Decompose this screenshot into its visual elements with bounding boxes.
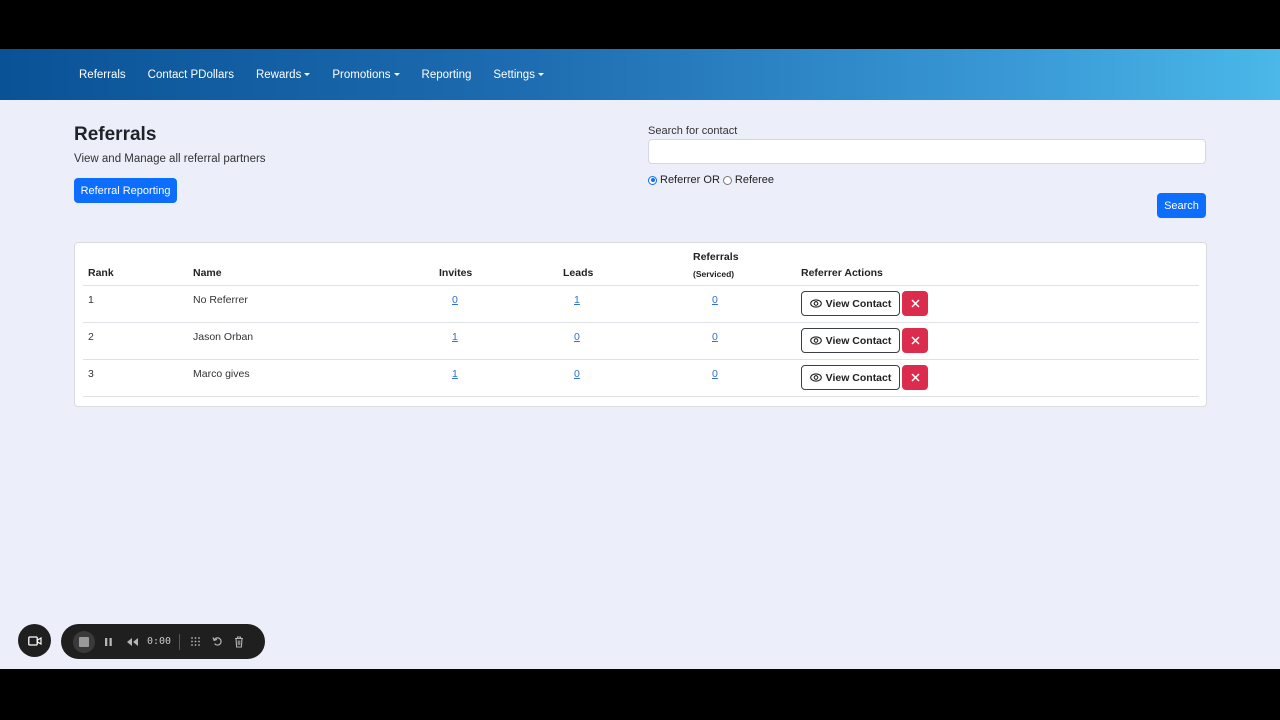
close-icon <box>910 373 920 382</box>
eye-icon <box>809 336 822 345</box>
nav-label: Contact PDollars <box>147 68 234 81</box>
row-2-rank: 2 <box>88 331 94 343</box>
search-button[interactable]: Search <box>1157 193 1206 218</box>
restart-button[interactable] <box>210 635 224 649</box>
row-3-rank: 3 <box>88 368 94 380</box>
view-contact-label: View Contact <box>825 297 892 310</box>
nav-label: Settings <box>493 68 535 81</box>
header-invites: Invites <box>439 267 473 279</box>
nav-reporting[interactable]: Reporting <box>422 69 472 81</box>
row-1-view-contact-button[interactable]: View Contact <box>801 291 900 316</box>
rewind-icon <box>126 637 138 646</box>
row-divider <box>83 285 1199 286</box>
row-2-view-contact-button[interactable]: View Contact <box>801 328 900 353</box>
caret-down-icon <box>393 73 400 76</box>
referee-radio[interactable] <box>722 175 732 185</box>
grid-icon <box>190 637 200 646</box>
view-contact-label: View Contact <box>825 334 892 347</box>
restart-icon <box>212 637 222 646</box>
referrals-table: Rank Name Invites Leads Referrals (Servi… <box>74 242 1207 407</box>
referrer-radio[interactable] <box>648 175 657 185</box>
header-leads: Leads <box>563 267 594 279</box>
top-navbar: Referrals Contact PDollars Rewards Promo… <box>0 49 1280 100</box>
recorder-toolbar: 0:00 <box>61 624 265 659</box>
referee-radio-label: Referee <box>734 174 775 186</box>
row-3-leads-link[interactable]: 0 <box>574 368 580 380</box>
view-contact-label: View Contact <box>825 371 892 384</box>
trash-icon <box>235 635 244 648</box>
referral-reporting-button[interactable]: Referral Reporting <box>74 178 177 203</box>
nav-rewards[interactable]: Rewards <box>255 68 311 81</box>
video-camera-icon <box>27 635 42 646</box>
nav-label: Rewards <box>255 68 302 81</box>
header-referrals-serviced: (Serviced) <box>693 269 735 279</box>
header-name: Name <box>193 267 222 279</box>
row-1-invites-link[interactable]: 0 <box>452 294 458 306</box>
search-mode-radio-group: Referrer OR Referee <box>648 174 774 186</box>
row-1-referrals-link[interactable]: 0 <box>712 294 718 306</box>
caret-down-icon <box>537 73 544 76</box>
row-divider <box>83 396 1199 397</box>
close-icon <box>910 336 920 345</box>
nav-settings[interactable]: Settings <box>493 69 544 81</box>
close-icon <box>910 299 920 308</box>
delete-recording-button[interactable] <box>232 635 246 649</box>
row-2-invites-link[interactable]: 1 <box>452 331 458 343</box>
rewind-button[interactable] <box>125 635 139 649</box>
header-referrer-actions: Referrer Actions <box>801 267 883 279</box>
grid-button[interactable] <box>188 635 202 649</box>
row-3-name: Marco gives <box>193 368 250 380</box>
row-divider <box>83 359 1199 360</box>
camera-toggle-button[interactable] <box>18 624 51 657</box>
app-screen: Referrals Contact PDollars Rewards Promo… <box>0 49 1280 669</box>
row-3-referrals-link[interactable]: 0 <box>712 368 718 380</box>
recording-timer: 0:00 <box>147 636 172 647</box>
row-2-name: Jason Orban <box>193 331 254 343</box>
page-title: Referrals <box>74 124 157 145</box>
stop-button[interactable] <box>73 630 95 653</box>
search-label: Search for contact <box>648 125 738 137</box>
referrer-radio-label: Referrer OR <box>660 174 720 186</box>
row-1-leads-link[interactable]: 1 <box>574 294 580 306</box>
row-1-rank: 1 <box>88 294 94 306</box>
row-3-invites-link[interactable]: 1 <box>452 368 458 380</box>
nav-label: Reporting <box>421 68 472 81</box>
eye-icon <box>809 373 822 382</box>
caret-down-icon <box>304 73 311 76</box>
header-referrals: Referrals <box>693 251 739 263</box>
row-2-leads-link[interactable]: 0 <box>574 331 580 343</box>
row-3-view-contact-button[interactable]: View Contact <box>801 365 900 390</box>
row-3-remove-button[interactable] <box>902 365 928 390</box>
row-1-remove-button[interactable] <box>902 291 928 316</box>
header-rank: Rank <box>88 267 114 279</box>
pause-button[interactable] <box>101 635 115 649</box>
nav-referrals[interactable]: Referrals <box>79 69 126 81</box>
row-divider <box>83 322 1199 323</box>
nav-promotions[interactable]: Promotions <box>332 68 400 81</box>
stop-icon <box>79 636 89 647</box>
toolbar-divider <box>179 633 181 650</box>
row-2-remove-button[interactable] <box>902 328 928 353</box>
search-input[interactable] <box>648 139 1206 164</box>
row-2-referrals-link[interactable]: 0 <box>712 331 718 343</box>
row-1-name: No Referrer <box>193 294 248 306</box>
nav-label: Referrals <box>79 68 126 81</box>
page-subtitle: View and Manage all referral partners <box>74 153 266 165</box>
pause-icon <box>104 637 112 646</box>
nav-contact-pdollars[interactable]: Contact PDollars <box>148 69 234 81</box>
nav-label: Promotions <box>332 68 391 81</box>
eye-icon <box>809 299 822 308</box>
